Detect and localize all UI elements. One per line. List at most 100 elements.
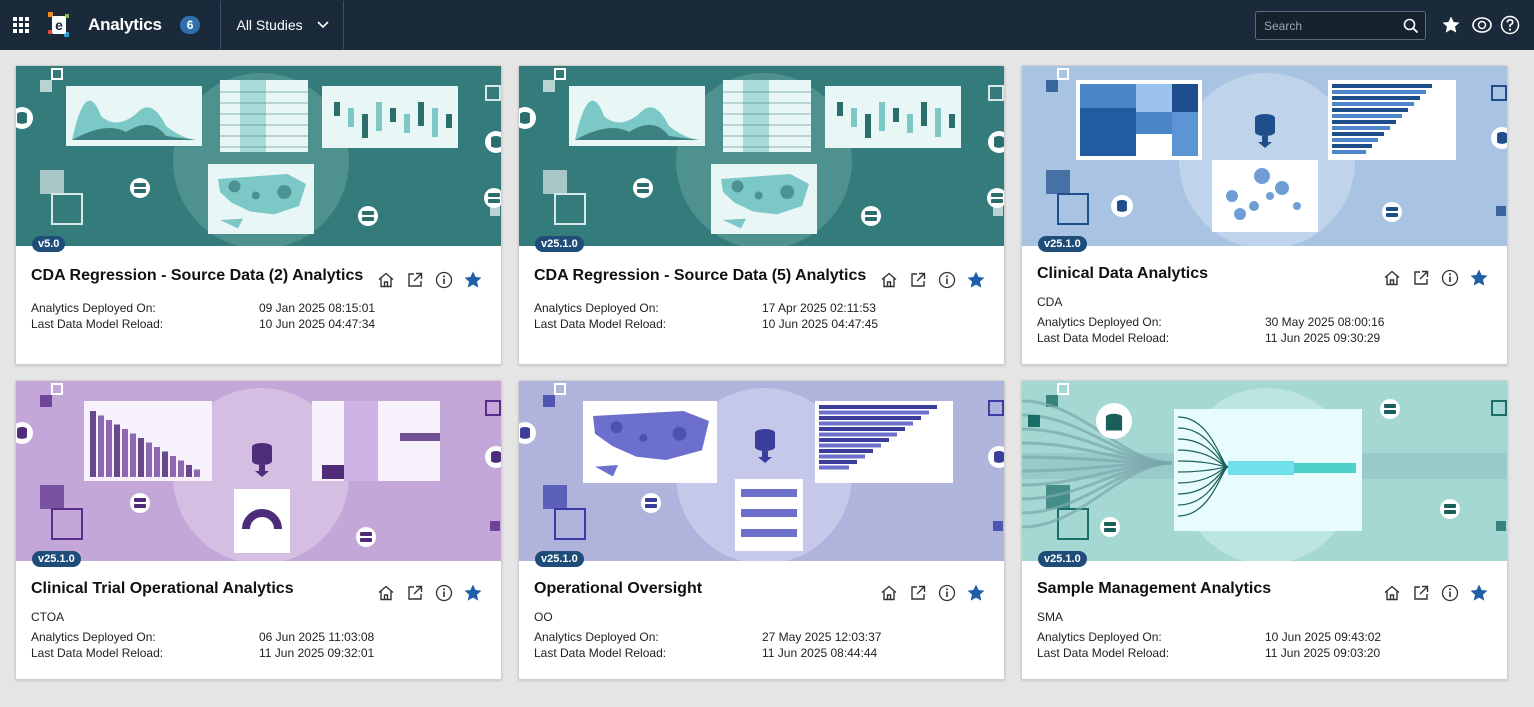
card-actions <box>1382 268 1489 288</box>
card-abbreviation: CTOA <box>31 610 65 624</box>
info-icon[interactable] <box>1440 583 1460 603</box>
version-badge: v5.0 <box>32 236 66 252</box>
card-banner[interactable] <box>519 66 1004 246</box>
reload-value: 11 Jun 2025 09:03:20 <box>1265 646 1381 660</box>
card-actions <box>879 583 986 603</box>
favorite-star-icon[interactable] <box>966 583 986 603</box>
home-icon[interactable] <box>879 583 899 603</box>
card-abbreviation: SMA <box>1037 610 1064 624</box>
card-actions <box>376 270 483 290</box>
deployed-label: Analytics Deployed On: <box>31 630 156 644</box>
reload-label: Last Data Model Reload: <box>534 317 667 331</box>
version-badge: v25.1.0 <box>535 551 584 567</box>
analytics-card[interactable]: v25.1.0 CDA Regression - Source Data (5)… <box>518 65 1005 365</box>
favorite-star-icon[interactable] <box>1469 268 1489 288</box>
search-input[interactable] <box>1256 18 1396 33</box>
reload-label: Last Data Model Reload: <box>1037 331 1170 345</box>
card-banner[interactable] <box>1022 381 1507 561</box>
analytics-card[interactable]: v5.0 CDA Regression - Source Data (2) An… <box>15 65 502 365</box>
version-badge: v25.1.0 <box>535 236 584 252</box>
info-icon[interactable] <box>434 583 454 603</box>
analytics-card[interactable]: v25.1.0 Operational Oversight OO Analyti… <box>518 380 1005 680</box>
info-icon[interactable] <box>937 583 957 603</box>
card-banner[interactable] <box>16 66 501 246</box>
card-banner-art <box>1022 66 1507 246</box>
deployed-value: 17 Apr 2025 02:11:53 <box>762 301 876 315</box>
favorite-star-icon[interactable] <box>463 270 483 290</box>
reload-label: Last Data Model Reload: <box>534 646 667 660</box>
analytics-card[interactable]: v25.1.0 Clinical Data Analytics CDA Anal… <box>1021 65 1508 365</box>
favorites-star-icon[interactable] <box>1441 15 1461 35</box>
currency-icon[interactable] <box>1472 15 1492 35</box>
deployed-label: Analytics Deployed On: <box>1037 315 1162 329</box>
card-banner[interactable] <box>1022 66 1507 246</box>
card-banner-art <box>16 66 501 246</box>
reload-label: Last Data Model Reload: <box>31 646 164 660</box>
card-banner[interactable] <box>16 381 501 561</box>
card-title[interactable]: Clinical Trial Operational Analytics <box>31 580 294 598</box>
deployed-value: 06 Jun 2025 11:03:08 <box>259 630 375 644</box>
reload-value: 11 Jun 2025 08:44:44 <box>762 646 878 660</box>
reload-label: Last Data Model Reload: <box>31 317 164 331</box>
card-title[interactable]: Sample Management Analytics <box>1037 580 1271 598</box>
favorite-star-icon[interactable] <box>966 270 986 290</box>
svg-text:e: e <box>55 17 63 33</box>
version-badge: v25.1.0 <box>1038 236 1087 252</box>
open-external-icon[interactable] <box>1411 268 1431 288</box>
open-external-icon[interactable] <box>405 270 425 290</box>
card-banner-art <box>519 66 1004 246</box>
reload-value: 10 Jun 2025 04:47:34 <box>259 317 376 331</box>
deployed-value: 09 Jan 2025 08:15:01 <box>259 301 376 315</box>
card-title[interactable]: CDA Regression - Source Data (5) Analyti… <box>534 267 866 285</box>
analytics-card[interactable]: v25.1.0 Clinical Trial Operational Analy… <box>15 380 502 680</box>
card-banner-art <box>1022 381 1507 561</box>
deployed-label: Analytics Deployed On: <box>31 301 156 315</box>
home-icon[interactable] <box>376 583 396 603</box>
info-icon[interactable] <box>937 270 957 290</box>
chevron-down-icon <box>317 16 329 34</box>
version-badge: v25.1.0 <box>32 551 81 567</box>
card-title[interactable]: Clinical Data Analytics <box>1037 265 1208 283</box>
deployed-value: 30 May 2025 08:00:16 <box>1265 315 1385 329</box>
open-external-icon[interactable] <box>1411 583 1431 603</box>
app-logo-icon[interactable]: e <box>42 0 76 50</box>
reload-value: 11 Jun 2025 09:32:01 <box>259 646 375 660</box>
card-actions <box>376 583 483 603</box>
deployed-value: 10 Jun 2025 09:43:02 <box>1265 630 1382 644</box>
help-icon[interactable] <box>1500 15 1520 35</box>
app-title: Analytics <box>88 15 162 34</box>
home-icon[interactable] <box>376 270 396 290</box>
studies-dropdown[interactable]: All Studies <box>221 0 342 50</box>
open-external-icon[interactable] <box>405 583 425 603</box>
analytics-card[interactable]: v25.1.0 Sample Management Analytics SMA … <box>1021 380 1508 680</box>
info-icon[interactable] <box>434 270 454 290</box>
card-banner-art <box>519 381 1004 561</box>
card-banner[interactable] <box>519 381 1004 561</box>
card-actions <box>879 270 986 290</box>
reload-value: 11 Jun 2025 09:30:29 <box>1265 331 1381 345</box>
top-bar: e Analytics 6 All Studies <box>0 0 1534 50</box>
deployed-value: 27 May 2025 12:03:37 <box>762 630 882 644</box>
apps-grid-icon[interactable] <box>0 0 42 50</box>
deployed-label: Analytics Deployed On: <box>1037 630 1162 644</box>
home-icon[interactable] <box>879 270 899 290</box>
card-title[interactable]: CDA Regression - Source Data (2) Analyti… <box>31 267 363 285</box>
header-divider <box>342 1 344 49</box>
home-icon[interactable] <box>1382 268 1402 288</box>
reload-value: 10 Jun 2025 04:47:45 <box>762 317 879 331</box>
favorite-star-icon[interactable] <box>1469 583 1489 603</box>
search-icon[interactable] <box>1403 18 1419 39</box>
deployed-label: Analytics Deployed On: <box>534 630 659 644</box>
info-icon[interactable] <box>1440 268 1460 288</box>
version-badge: v25.1.0 <box>1038 551 1087 567</box>
search-box[interactable] <box>1255 11 1426 40</box>
favorite-star-icon[interactable] <box>463 583 483 603</box>
open-external-icon[interactable] <box>908 270 928 290</box>
home-icon[interactable] <box>1382 583 1402 603</box>
count-badge: 6 <box>179 16 201 34</box>
open-external-icon[interactable] <box>908 583 928 603</box>
card-abbreviation: CDA <box>1037 295 1063 309</box>
reload-label: Last Data Model Reload: <box>1037 646 1170 660</box>
card-title[interactable]: Operational Oversight <box>534 580 702 598</box>
card-abbreviation: OO <box>534 610 553 624</box>
